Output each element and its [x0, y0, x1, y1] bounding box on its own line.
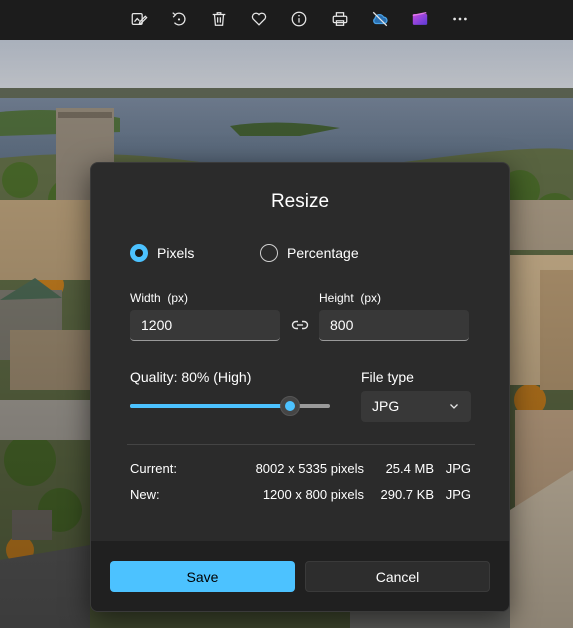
cloud-sync-off-icon[interactable] [367, 6, 393, 32]
new-info-row: New: 1200 x 800 pixels 290.7 KB JPG [130, 487, 472, 505]
clipchamp-icon[interactable] [407, 6, 433, 32]
quality-slider[interactable] [130, 396, 330, 416]
resize-dialog: Resize Pixels Percentage Width (px) 1200… [90, 162, 510, 612]
delete-icon[interactable] [206, 6, 232, 32]
dialog-title: Resize [270, 191, 330, 212]
radio-percentage[interactable]: Percentage [260, 242, 359, 264]
height-input[interactable]: 800 [319, 310, 469, 341]
radio-selected-icon [130, 244, 148, 262]
quality-label: Quality: 80% (High) [130, 369, 252, 385]
new-size: 290.7 KB [380, 487, 435, 502]
link-aspect-icon[interactable] [291, 318, 309, 337]
file-type-label: File type [361, 369, 414, 385]
new-label: New: [130, 487, 160, 502]
width-label: Width (px) [130, 291, 189, 305]
app-toolbar [0, 0, 573, 40]
chevron-down-icon [450, 404, 458, 409]
print-icon[interactable] [327, 6, 353, 32]
favorite-icon[interactable] [246, 6, 272, 32]
current-size: 25.4 MB [385, 461, 434, 476]
height-label: Height (px) [319, 291, 382, 305]
quality-slider-fill [130, 404, 290, 408]
new-dimensions: 1200 x 800 pixels [262, 487, 364, 502]
save-button[interactable]: Save [110, 561, 295, 592]
more-icon[interactable] [447, 6, 473, 32]
radio-percentage-label: Percentage [287, 245, 359, 261]
edit-image-icon[interactable] [126, 6, 152, 32]
rotate-icon[interactable] [166, 6, 192, 32]
radio-unselected-icon [260, 244, 278, 262]
width-input[interactable]: 1200 [130, 310, 280, 341]
current-label: Current: [130, 461, 177, 476]
current-type: JPG [445, 461, 471, 476]
cancel-button[interactable]: Cancel [305, 561, 490, 592]
current-info-row: Current: 8002 x 5335 pixels 25.4 MB JPG [130, 461, 472, 479]
radio-pixels-label: Pixels [157, 245, 195, 261]
dialog-footer: Save Cancel [91, 541, 509, 611]
current-dimensions: 8002 x 5335 pixels [255, 461, 364, 476]
info-icon[interactable] [286, 6, 312, 32]
divider [127, 444, 475, 445]
file-type-value: JPG [372, 398, 400, 414]
new-type: JPG [445, 487, 471, 502]
quality-slider-thumb[interactable] [280, 396, 300, 416]
radio-pixels[interactable]: Pixels [130, 242, 194, 264]
file-type-dropdown[interactable]: JPG [361, 391, 471, 422]
